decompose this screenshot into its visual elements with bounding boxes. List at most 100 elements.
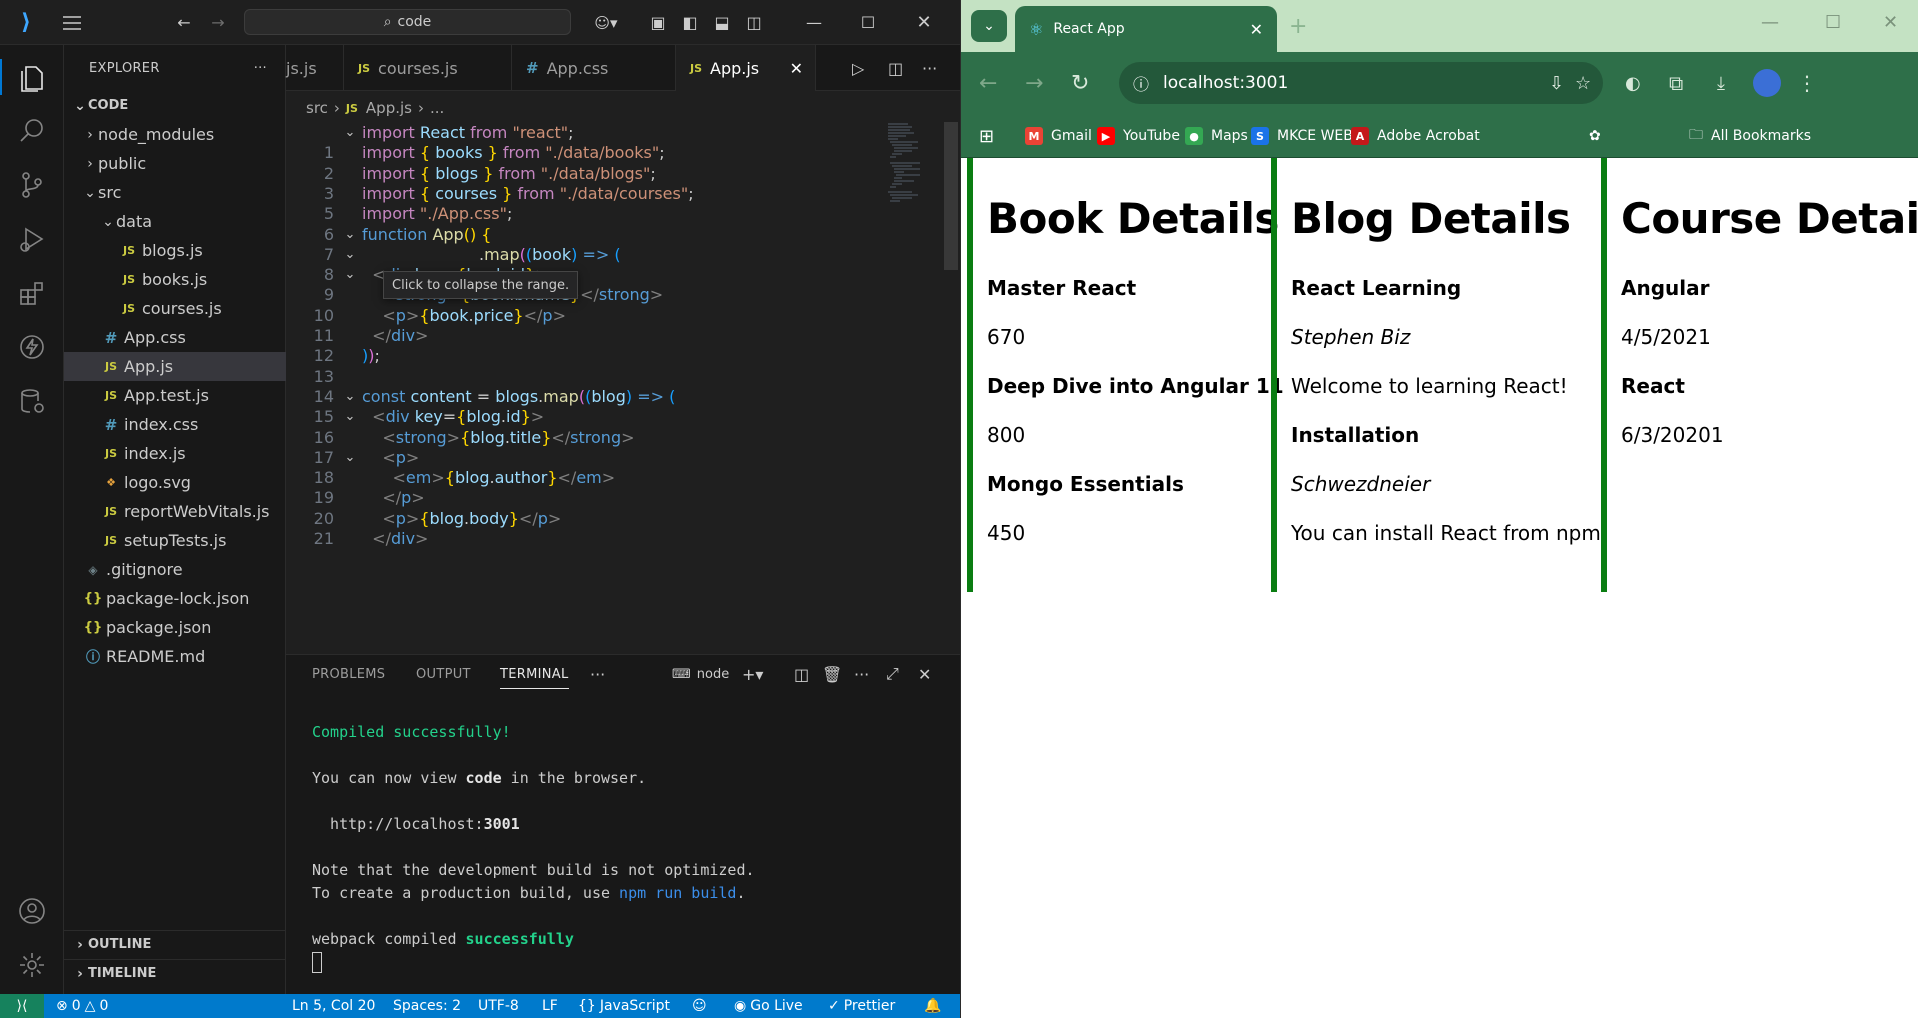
toggle-secondary-sidebar-icon[interactable]: ◫ bbox=[740, 0, 768, 45]
tree-item[interactable]: ⌄ data bbox=[64, 207, 286, 236]
thunder-client-icon[interactable] bbox=[0, 321, 64, 373]
apps-grid-icon[interactable]: ⊞ bbox=[979, 114, 994, 158]
bookmark-item[interactable]: ▶ YouTube bbox=[1097, 114, 1180, 158]
bookmark-item[interactable]: A Adobe Acrobat bbox=[1351, 114, 1480, 158]
indentation[interactable]: Spaces: 2 bbox=[393, 994, 461, 1018]
minimize-icon[interactable]: — bbox=[794, 0, 834, 45]
more-actions-icon[interactable]: ··· bbox=[854, 655, 869, 693]
tree-item[interactable]: JS setupTests.js bbox=[64, 526, 286, 555]
notifications-bell-icon[interactable]: 🔔 bbox=[924, 994, 941, 1018]
cursor-position[interactable]: Ln 5, Col 20 bbox=[292, 994, 375, 1018]
tree-item[interactable]: › public bbox=[64, 149, 286, 178]
tree-item[interactable]: JS books.js bbox=[64, 265, 286, 294]
fold-chevron-icon[interactable]: ⌄ bbox=[338, 267, 362, 282]
bookmark-item[interactable]: S MKCE WEB bbox=[1251, 114, 1353, 158]
reload-icon[interactable]: ↻ bbox=[1071, 52, 1089, 114]
new-terminal-icon[interactable]: +▾ bbox=[742, 655, 763, 693]
fold-chevron-icon[interactable]: ⌄ bbox=[338, 409, 362, 424]
terminal-selector[interactable]: ⌨ node bbox=[672, 655, 729, 693]
remote-indicator-icon[interactable]: ⟩⟨ bbox=[0, 994, 44, 1018]
bookmark-item[interactable]: M Gmail bbox=[1025, 114, 1092, 158]
bookmark-item[interactable]: ● Maps bbox=[1185, 114, 1248, 158]
workspace-folder[interactable]: ⌄ CODE bbox=[64, 91, 286, 120]
tree-item[interactable]: JS blogs.js bbox=[64, 236, 286, 265]
tree-item[interactable]: # index.css bbox=[64, 410, 286, 439]
maximize-icon[interactable]: ☐ bbox=[1825, 12, 1841, 33]
toggle-panel-icon[interactable]: ⬓ bbox=[708, 0, 736, 45]
breadcrumb-symbol[interactable]: ... bbox=[430, 99, 444, 117]
tab-problems[interactable]: PROBLEMS bbox=[312, 655, 385, 693]
tab-js-js[interactable]: js.js bbox=[286, 45, 344, 91]
close-panel-icon[interactable]: ✕ bbox=[918, 655, 931, 693]
run-icon[interactable]: ▷ bbox=[852, 45, 864, 91]
encoding[interactable]: UTF-8 bbox=[478, 994, 519, 1018]
outline-section[interactable]: › OUTLINE bbox=[64, 930, 286, 958]
minimap[interactable] bbox=[886, 120, 946, 240]
go-live-button[interactable]: ◉ Go Live bbox=[734, 994, 803, 1018]
end-of-line[interactable]: LF bbox=[542, 994, 558, 1018]
toggle-sidebar-icon[interactable]: ◧ bbox=[676, 0, 704, 45]
split-editor-icon[interactable]: ◫ bbox=[888, 45, 903, 91]
copilot-icon[interactable]: ☺▾ bbox=[586, 0, 626, 45]
tab-app-css[interactable]: # App.css bbox=[512, 45, 676, 91]
command-center-search[interactable]: ⌕ code bbox=[244, 9, 571, 35]
address-bar[interactable]: ⓘ localhost:3001 ⇩ ☆ bbox=[1119, 62, 1603, 104]
tree-item[interactable]: JS reportWebVitals.js bbox=[64, 497, 286, 526]
back-arrow-icon[interactable]: ← bbox=[979, 52, 997, 114]
downloads-icon[interactable]: ⤓ bbox=[1717, 52, 1725, 114]
site-info-icon[interactable]: ⓘ bbox=[1133, 71, 1149, 95]
close-tab-icon[interactable]: ✕ bbox=[1250, 20, 1263, 39]
search-view-icon[interactable] bbox=[0, 105, 64, 157]
fold-chevron-icon[interactable]: ⌄ bbox=[338, 389, 362, 404]
more-actions-icon[interactable]: ··· bbox=[254, 61, 267, 76]
settings-gear-icon[interactable] bbox=[0, 939, 64, 991]
back-arrow-icon[interactable]: ← bbox=[168, 0, 200, 45]
breadcrumb-file[interactable]: App.js bbox=[366, 99, 412, 117]
menu-icon[interactable] bbox=[54, 0, 90, 45]
prettier-status[interactable]: ✓ Prettier bbox=[828, 994, 895, 1018]
maximize-panel-icon[interactable]: ⤢ bbox=[886, 655, 899, 693]
close-window-icon[interactable]: ✕ bbox=[904, 0, 944, 45]
tree-item[interactable]: # App.css bbox=[64, 323, 286, 352]
extension-icon[interactable]: ◐ bbox=[1625, 52, 1641, 114]
editor-scrollbar[interactable] bbox=[944, 122, 958, 270]
close-tab-icon[interactable]: ✕ bbox=[790, 59, 803, 78]
tree-item[interactable]: JS App.test.js bbox=[64, 381, 286, 410]
kill-terminal-icon[interactable]: 🗑 bbox=[822, 655, 842, 693]
tab-app-js[interactable]: JS App.js ✕ bbox=[676, 45, 816, 91]
fold-chevron-icon[interactable]: ⌄ bbox=[338, 247, 362, 262]
code-editor[interactable]: ⌄ import React from "react"; 1 import { boo… bbox=[286, 120, 946, 646]
install-app-icon[interactable]: ⇩ bbox=[1549, 62, 1564, 104]
tree-item[interactable]: JS courses.js bbox=[64, 294, 286, 323]
forward-arrow-icon[interactable]: → bbox=[1025, 52, 1043, 114]
layout-customize-icon[interactable]: ▣ bbox=[644, 0, 672, 45]
run-debug-icon[interactable] bbox=[0, 213, 64, 265]
tree-item[interactable]: {} package.json bbox=[64, 613, 286, 642]
all-bookmarks[interactable]: 🗀 All Bookmarks bbox=[1689, 114, 1811, 158]
breadcrumb-folder[interactable]: src bbox=[306, 99, 328, 117]
fold-chevron-icon[interactable]: ⌄ bbox=[338, 125, 362, 140]
accounts-icon[interactable] bbox=[0, 885, 64, 937]
tab-courses-js[interactable]: JS courses.js bbox=[344, 45, 512, 91]
maximize-icon[interactable]: ☐ bbox=[848, 0, 888, 45]
more-panel-tabs-icon[interactable]: ··· bbox=[590, 655, 605, 693]
extensions-icon[interactable] bbox=[0, 267, 64, 319]
language-mode[interactable]: {} JavaScript bbox=[578, 994, 670, 1018]
minimize-icon[interactable]: — bbox=[1761, 12, 1779, 33]
tree-item[interactable]: ◈ .gitignore bbox=[64, 555, 286, 584]
tree-item[interactable]: › node_modules bbox=[64, 120, 286, 149]
new-tab-icon[interactable]: + bbox=[1289, 14, 1307, 39]
tree-item[interactable]: ⌄ src bbox=[64, 178, 286, 207]
fold-chevron-icon[interactable]: ⌄ bbox=[338, 227, 362, 242]
tree-item[interactable]: ❖ logo.svg bbox=[64, 468, 286, 497]
tree-item[interactable]: JS index.js bbox=[64, 439, 286, 468]
tab-terminal[interactable]: TERMINAL bbox=[500, 655, 569, 693]
more-actions-icon[interactable]: ··· bbox=[922, 45, 937, 91]
bookmark-star-icon[interactable]: ☆ bbox=[1575, 62, 1591, 104]
source-control-icon[interactable] bbox=[0, 159, 64, 211]
tab-react-app[interactable]: ⚛ React App ✕ bbox=[1015, 6, 1277, 52]
google-photos-icon[interactable]: ✿ bbox=[1589, 114, 1601, 158]
database-icon[interactable] bbox=[0, 375, 64, 427]
forward-arrow-icon[interactable]: → bbox=[202, 0, 234, 45]
copilot-status-icon[interactable]: ☺ bbox=[692, 994, 707, 1018]
